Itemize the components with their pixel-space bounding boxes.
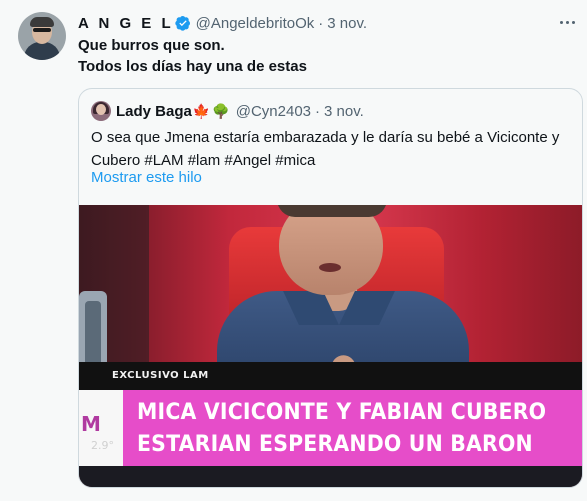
tv-label-exclusivo: EXCLUSIVO LAM xyxy=(112,370,209,381)
tv-channel-logo: M xyxy=(81,412,101,436)
quoted-timestamp[interactable]: 3 nov. xyxy=(324,103,364,120)
tv-temperature: 2.9° xyxy=(91,439,114,452)
more-dots-icon[interactable] xyxy=(555,12,579,32)
show-thread-link[interactable]: Mostrar este hilo xyxy=(91,169,202,186)
author-avatar[interactable] xyxy=(18,12,66,60)
quoted-header-separator: · xyxy=(315,102,321,120)
quoted-avatar-face-shape xyxy=(96,104,106,115)
maple-leaf-icon: 🍁 xyxy=(192,102,211,119)
quoted-author-avatar[interactable] xyxy=(91,101,111,121)
quoted-tweet[interactable]: Lady Baga 🍁 🌳 @Cyn2403 · 3 nov. O sea qu… xyxy=(78,88,583,488)
quoted-author-handle[interactable]: @Cyn2403 xyxy=(236,103,311,120)
tweet-timestamp[interactable]: 3 nov. xyxy=(327,15,367,32)
tweet-text-line-2: Todos los días hay una de estas xyxy=(78,58,307,75)
person-hair xyxy=(277,205,387,217)
more-dot xyxy=(565,20,569,24)
tv-headline-line-1: MICA VICICONTE Y FABIAN CUBERO xyxy=(137,400,547,425)
tweet-header: A N G E L @AngeldebritoOk · 3 nov. xyxy=(78,13,367,33)
more-dot xyxy=(559,20,563,24)
quoted-author-name[interactable]: Lady Baga xyxy=(116,103,192,120)
tree-icon: 🌳 xyxy=(212,102,230,119)
header-separator: · xyxy=(318,14,324,32)
studio-equipment-inner xyxy=(85,301,101,371)
avatar-glasses-shape xyxy=(33,28,51,32)
person-head xyxy=(279,205,383,295)
quoted-tweet-header: Lady Baga 🍁 🌳 @Cyn2403 · 3 nov. xyxy=(116,101,364,121)
avatar-hair-shape xyxy=(30,17,54,27)
person-mouth xyxy=(319,263,341,272)
quoted-tweet-text: O sea que Jmena estaría embarazada y le … xyxy=(91,129,560,169)
tweet-text-line-1: Que burros que son. xyxy=(78,37,225,54)
author-display-name[interactable]: A N G E L xyxy=(78,15,174,32)
verified-badge-icon xyxy=(174,16,190,31)
tweet[interactable]: A N G E L @AngeldebritoOk · 3 nov. Que b… xyxy=(0,0,587,501)
tv-bottom-bar xyxy=(79,466,582,487)
more-dot xyxy=(571,20,575,24)
quoted-media-image[interactable]: EXCLUSIVO LAM M 2.9° MICA VICICONTE Y FA… xyxy=(79,205,582,487)
avatar-body-shape xyxy=(24,42,60,60)
author-handle[interactable]: @AngeldebritoOk xyxy=(196,15,315,32)
tv-headline-line-2: ESTARIAN ESPERANDO UN BARON xyxy=(137,432,533,457)
